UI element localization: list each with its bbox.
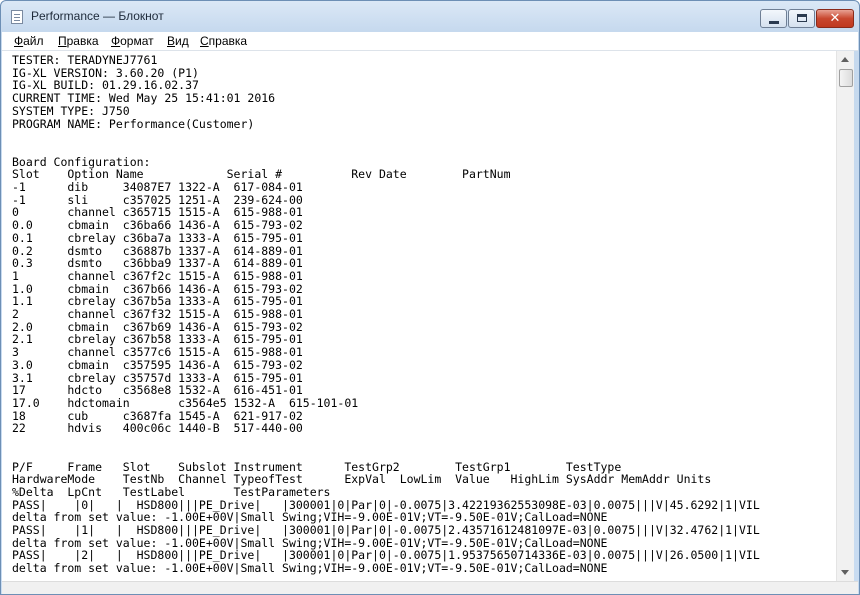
close-icon: ✕ <box>829 11 841 26</box>
window-title: Performance — Блокнот <box>31 9 164 23</box>
notepad-window: Performance — Блокнот ✕ Файл Правка Форм… <box>0 0 860 595</box>
maximize-button[interactable] <box>788 9 815 28</box>
document-line: PROGRAM NAME: Performance(Customer) <box>12 116 255 131</box>
notepad-icon[interactable] <box>11 10 23 24</box>
document-line: delta from set value: -1.00E+00V|Small S… <box>12 561 608 576</box>
menu-edit[interactable]: Правка <box>58 34 99 48</box>
minimize-button[interactable] <box>760 9 787 28</box>
menu-help[interactable]: Справка <box>200 34 247 48</box>
minimize-icon <box>769 21 779 24</box>
menu-view[interactable]: Вид <box>167 34 189 48</box>
close-button[interactable]: ✕ <box>816 9 854 28</box>
menu-file[interactable]: Файл <box>14 34 44 48</box>
document-line: 22 hdvis 400c06c 1440-B 517-440-00 <box>12 421 303 436</box>
maximize-icon <box>797 14 807 22</box>
scroll-thumb[interactable] <box>839 69 853 87</box>
arrow-up-icon <box>841 57 849 62</box>
menu-bar: Файл Правка Формат Вид Справка <box>2 32 858 51</box>
scroll-up-button[interactable] <box>837 51 854 68</box>
menu-format[interactable]: Формат <box>111 34 154 48</box>
arrow-down-icon <box>841 570 849 575</box>
document-text[interactable]: TESTER: TERADYNEJ7761 IG-XL VERSION: 3.6… <box>12 54 760 575</box>
vertical-scrollbar[interactable] <box>836 51 854 581</box>
scroll-down-button[interactable] <box>837 564 854 581</box>
window-bottom-edge <box>2 581 858 594</box>
title-bar[interactable]: Performance — Блокнот ✕ <box>1 1 859 31</box>
text-editor[interactable]: TESTER: TERADYNEJ7761 IG-XL VERSION: 3.6… <box>2 51 836 581</box>
